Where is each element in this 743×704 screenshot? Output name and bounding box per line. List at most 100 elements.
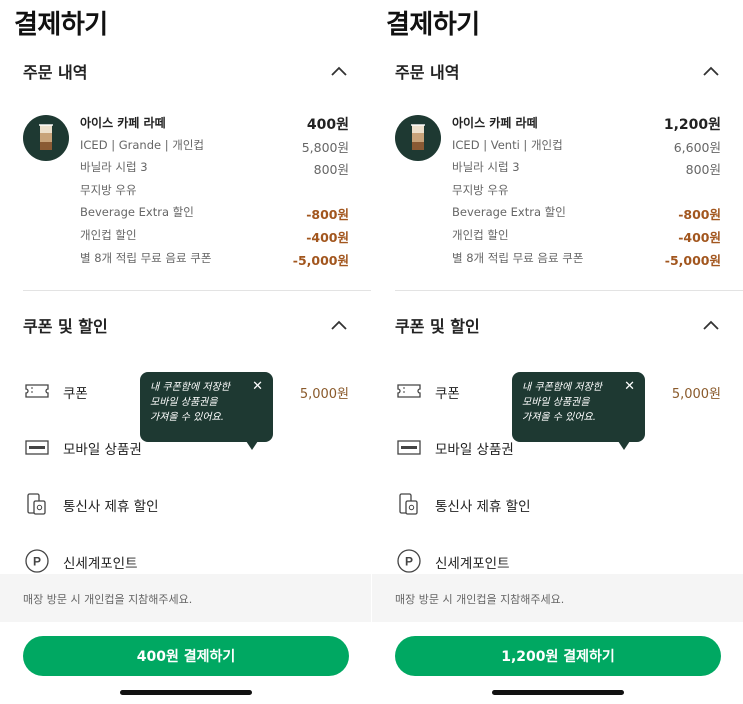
discount-amount: -800원 — [306, 207, 349, 223]
point-option[interactable]: P 신세계포인트 — [23, 546, 349, 576]
coupon-ticket-icon — [25, 384, 49, 398]
order-row: 무지방 우유 — [80, 180, 349, 203]
pay-button[interactable]: 400원 결제하기 — [23, 636, 349, 676]
notice-text: 매장 방문 시 개인컵을 지참해주세요. — [395, 593, 565, 606]
discount-label: 개인컵 할인 — [80, 227, 137, 242]
discount-amount: -5,000원 — [292, 252, 349, 268]
discount-section-header[interactable]: 쿠폰 및 할인 — [395, 314, 723, 340]
carrier-discount-label: 통신사 제휴 할인 — [63, 499, 159, 515]
option-label: 무지방 우유 — [80, 182, 137, 197]
option-label: ICED | Grande | 개인컵 — [80, 137, 205, 152]
notice-bar: 매장 방문 시 개인컵을 지참해주세요. — [372, 574, 743, 622]
order-section-title: 주문 내역 — [395, 63, 460, 82]
coupon-value: 5,000원 — [299, 387, 349, 402]
point-label: 신세계포인트 — [435, 556, 510, 572]
order-item-details: 아이스 카페 라떼 1,200원 ICED | Venti | 개인컵 6,600원… — [452, 112, 721, 270]
carrier-discount-label: 통신사 제휴 할인 — [435, 499, 531, 515]
notice-text: 매장 방문 시 개인컵을 지참해주세요. — [23, 593, 193, 606]
discount-amount: -5,000원 — [664, 252, 721, 268]
iced-latte-image — [411, 124, 425, 150]
checkout-screen-1: 결제하기 주문 내역 아이스 카페 라떼 400원 ICED | Grande |… — [0, 0, 371, 704]
option-label: 바닐라 시럽 3 — [80, 160, 148, 175]
option-price: 800원 — [313, 162, 349, 178]
coupon-ticket-icon — [397, 384, 421, 398]
close-icon[interactable]: ✕ — [624, 379, 635, 394]
order-section-title: 주문 내역 — [23, 63, 88, 82]
option-label: 무지방 우유 — [452, 182, 509, 197]
section-divider — [395, 290, 743, 291]
option-label: 바닐라 시럽 3 — [452, 160, 520, 175]
order-row: 바닐라 시럽 3 800원 — [452, 157, 721, 180]
discount-section-header[interactable]: 쿠폰 및 할인 — [23, 314, 351, 340]
discount-label: Beverage Extra 할인 — [452, 205, 566, 220]
gift-card-tooltip: 내 쿠폰함에 저장한 모바일 상품권을 가져올 수 있어요. ✕ — [512, 372, 645, 450]
page-title: 결제하기 — [14, 10, 108, 40]
chevron-up-icon[interactable] — [701, 62, 721, 82]
option-price: 800원 — [685, 162, 721, 178]
coupon-label: 쿠폰 — [63, 386, 88, 402]
checkout-screen-2: 결제하기 주문 내역 아이스 카페 라떼 1,200원 ICED | Venti … — [372, 0, 743, 704]
discount-label: 별 8개 적립 무료 음료 쿠폰 — [80, 250, 212, 265]
svg-text:P: P — [33, 555, 41, 569]
order-section-header[interactable]: 주문 내역 — [23, 60, 351, 86]
tooltip-arrow — [246, 441, 258, 450]
carrier-discount-option[interactable]: 통신사 제휴 할인 — [23, 489, 349, 519]
drink-thumbnail — [23, 115, 69, 161]
discount-label: 개인컵 할인 — [452, 227, 509, 242]
order-row: 개인컵 할인 -400원 — [80, 225, 349, 248]
point-label: 신세계포인트 — [63, 556, 138, 572]
tooltip-text: 내 쿠폰함에 저장한 모바일 상품권을 가져올 수 있어요. — [522, 382, 602, 423]
tooltip-arrow — [618, 441, 630, 450]
order-row: 아이스 카페 라떼 400원 — [80, 112, 349, 135]
order-row: 무지방 우유 — [452, 180, 721, 203]
order-row: 아이스 카페 라떼 1,200원 — [452, 112, 721, 135]
drink-thumbnail — [395, 115, 441, 161]
order-row: Beverage Extra 할인 -800원 — [452, 202, 721, 225]
order-row: 별 8개 적립 무료 음료 쿠폰 -5,000원 — [80, 248, 349, 271]
svg-text:P: P — [405, 555, 413, 569]
chevron-up-icon[interactable] — [329, 316, 349, 336]
home-indicator — [120, 690, 252, 695]
drink-price: 1,200원 — [663, 117, 721, 133]
tooltip-text: 내 쿠폰함에 저장한 모바일 상품권을 가져올 수 있어요. — [150, 382, 230, 423]
notice-bar: 매장 방문 시 개인컵을 지참해주세요. — [0, 574, 371, 622]
discount-amount: -800원 — [678, 207, 721, 223]
discount-section-title: 쿠폰 및 할인 — [395, 317, 480, 336]
point-option[interactable]: P 신세계포인트 — [395, 546, 721, 576]
drink-name: 아이스 카페 라떼 — [80, 116, 166, 130]
discount-amount: -400원 — [678, 229, 721, 245]
gift-card-label: 모바일 상품권 — [435, 442, 514, 458]
option-price: 5,800원 — [301, 139, 349, 155]
option-price: 6,600원 — [673, 139, 721, 155]
order-row: 별 8개 적립 무료 음료 쿠폰 -5,000원 — [452, 248, 721, 271]
discount-label: Beverage Extra 할인 — [80, 205, 194, 220]
discount-amount: -400원 — [306, 229, 349, 245]
order-item-details: 아이스 카페 라떼 400원 ICED | Grande | 개인컵 5,800원 … — [80, 112, 349, 270]
drink-name: 아이스 카페 라떼 — [452, 116, 538, 130]
close-icon[interactable]: ✕ — [252, 379, 263, 394]
point-icon: P — [397, 549, 421, 573]
order-section-header[interactable]: 주문 내역 — [395, 60, 723, 86]
discount-section-title: 쿠폰 및 할인 — [23, 317, 108, 336]
gift-card-icon — [397, 440, 421, 455]
gift-card-icon — [25, 440, 49, 455]
gift-card-tooltip: 내 쿠폰함에 저장한 모바일 상품권을 가져올 수 있어요. ✕ — [140, 372, 273, 450]
mobile-carrier-icon — [399, 493, 418, 515]
home-indicator — [492, 690, 624, 695]
iced-latte-image — [39, 124, 53, 150]
chevron-up-icon[interactable] — [329, 62, 349, 82]
gift-card-label: 모바일 상품권 — [63, 442, 142, 458]
option-label: ICED | Venti | 개인컵 — [452, 137, 563, 152]
point-icon: P — [25, 549, 49, 573]
order-row: Beverage Extra 할인 -800원 — [80, 202, 349, 225]
drink-price: 400원 — [306, 117, 349, 133]
section-divider — [23, 290, 371, 291]
mobile-carrier-icon — [27, 493, 46, 515]
chevron-up-icon[interactable] — [701, 316, 721, 336]
discount-label: 별 8개 적립 무료 음료 쿠폰 — [452, 250, 584, 265]
carrier-discount-option[interactable]: 통신사 제휴 할인 — [395, 489, 721, 519]
order-row: 바닐라 시럽 3 800원 — [80, 157, 349, 180]
coupon-label: 쿠폰 — [435, 386, 460, 402]
pay-button[interactable]: 1,200원 결제하기 — [395, 636, 721, 676]
page-title: 결제하기 — [386, 10, 480, 40]
